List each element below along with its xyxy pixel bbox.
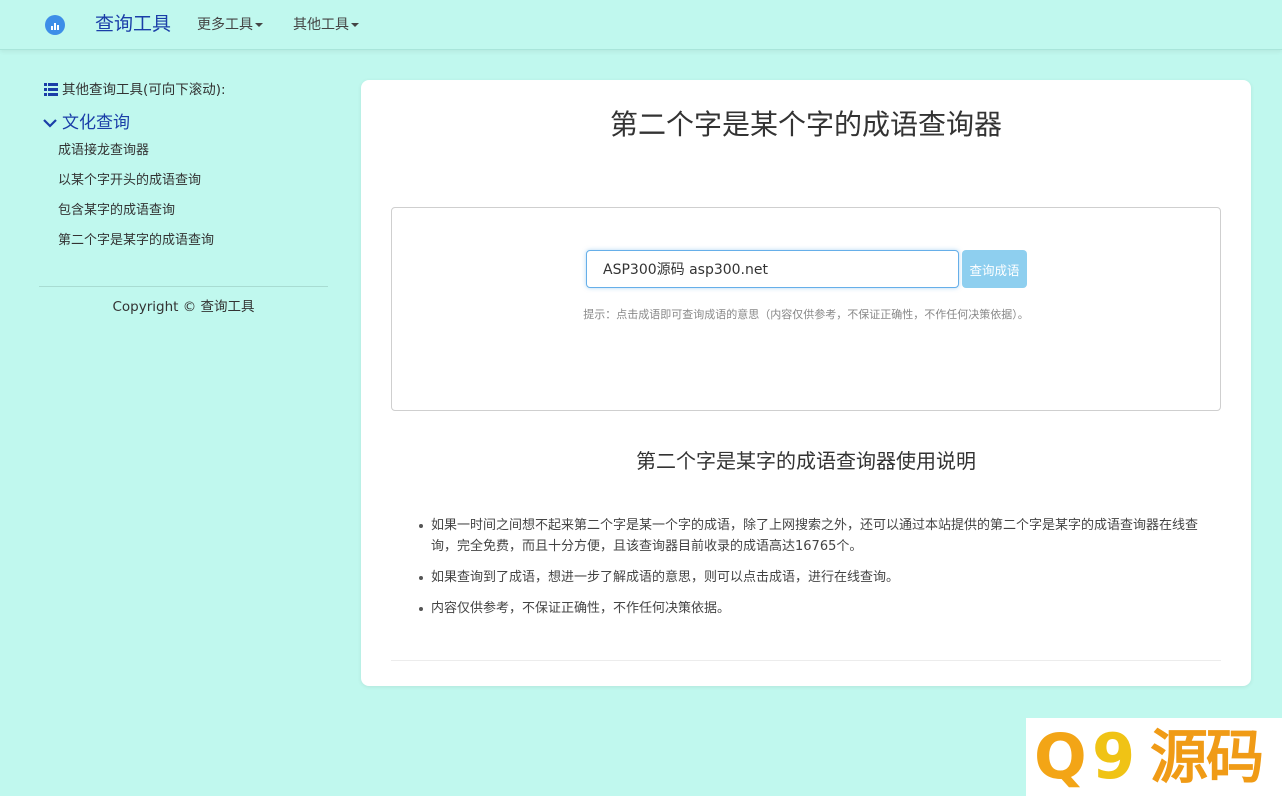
list-icon [44,83,58,96]
chevron-down-icon [43,119,57,128]
sidebar-item-idiom-second-char[interactable]: 第二个字是某字的成语查询 [58,232,214,250]
list-item: 内容仅供参考，不保证正确性，不作任何决策依据。 [417,598,1217,619]
search-hint: 提示：点击成语即可查询成语的意思（内容仅供参考，不保证正确性，不作任何决策依据）… [583,308,1029,321]
page-title: 第二个字是某个字的成语查询器 [609,108,1002,141]
search-panel: 查询成语 提示：点击成语即可查询成语的意思（内容仅供参考，不保证正确性，不作任何… [391,207,1221,411]
sidebar-item-idiom-contains[interactable]: 包含某字的成语查询 [58,202,175,220]
list-item: 如果查询到了成语，想进一步了解成语的意思，则可以点击成语，进行在线查询。 [417,567,1217,588]
copyright: Copyright © 查询工具 [112,299,255,315]
sidebar-item-idiom-starts-with[interactable]: 以某个字开头的成语查询 [58,172,201,190]
watermark-nine: 9 [1092,720,1136,793]
other-tools-menu[interactable]: 其他工具 [293,16,359,34]
watermark-q: Q [1034,720,1087,793]
usage-notes: 如果一时间之间想不起来第二个字是某一个字的成语，除了上网搜索之外，还可以通过本站… [417,515,1217,629]
watermark-text: 源码 [1150,723,1264,791]
main-card: 第二个字是某个字的成语查询器 查询成语 提示：点击成语即可查询成语的意思（内容仅… [361,80,1251,686]
sidebar-divider [39,286,328,287]
sidebar-heading-text: 其他查询工具(可向下滚动): [62,82,226,98]
caret-down-icon [351,23,359,27]
usage-title: 第二个字是某字的成语查询器使用说明 [636,449,976,473]
navbar: 查询工具 更多工具 其他工具 [0,0,1282,50]
sidebar-category-label: 文化查询 [62,113,130,133]
card-divider [391,660,1221,661]
caret-down-icon [255,23,263,27]
search-input[interactable] [586,250,959,288]
watermark-logo: Q 9 源码 [1026,718,1282,796]
sidebar-item-idiom-chain[interactable]: 成语接龙查询器 [58,142,149,160]
list-item: 如果一时间之间想不起来第二个字是某一个字的成语，除了上网搜索之外，还可以通过本站… [417,515,1217,557]
more-tools-menu[interactable]: 更多工具 [197,16,263,34]
brand-link[interactable]: 查询工具 [95,12,171,36]
search-button[interactable]: 查询成语 [962,250,1027,288]
sidebar-category-culture[interactable]: 文化查询 [43,112,130,134]
sidebar-heading: 其他查询工具(可向下滚动): [44,81,226,99]
chart-logo-icon[interactable] [45,15,65,35]
other-tools-label: 其他工具 [293,17,349,33]
more-tools-label: 更多工具 [197,17,253,33]
